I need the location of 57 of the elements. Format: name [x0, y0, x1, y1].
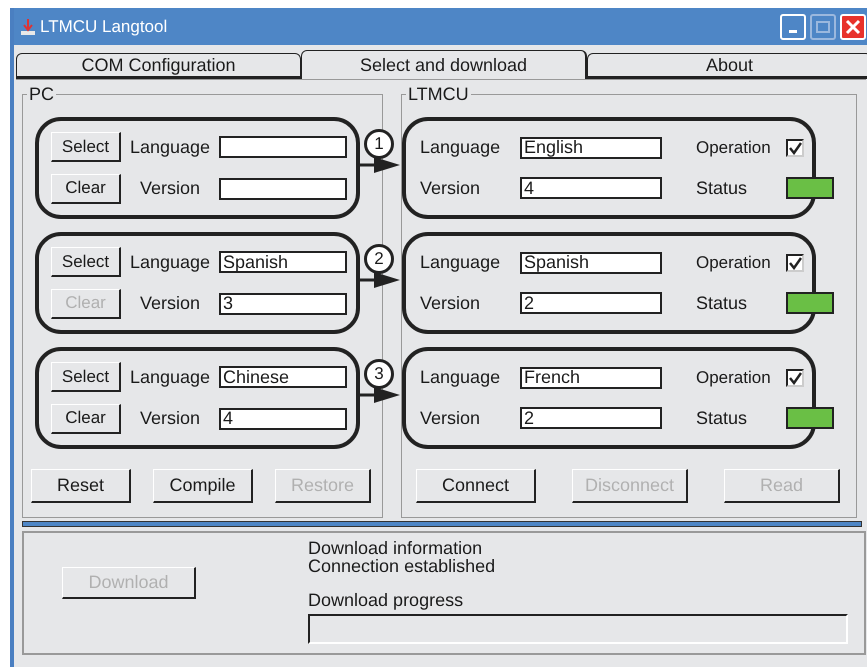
- tab[interactable]: Select and download: [301, 50, 587, 79]
- select-button[interactable]: Select: [51, 247, 121, 278]
- field-label: Operation: [696, 252, 772, 274]
- field-label: Language: [420, 251, 502, 274]
- clear-button[interactable]: Clear: [51, 404, 121, 434]
- field-label: Status: [696, 292, 748, 315]
- version-field[interactable]: 2: [520, 407, 662, 430]
- tab[interactable]: COM Configuration: [16, 53, 301, 79]
- version-field[interactable]: [219, 178, 347, 200]
- field-label: Status: [696, 406, 748, 430]
- minimize-icon: [789, 30, 797, 33]
- step-number: 3: [364, 359, 394, 389]
- field-label: Version: [138, 407, 202, 430]
- field-label: Version: [420, 406, 482, 430]
- checkbox[interactable]: [786, 254, 804, 272]
- close-button[interactable]: [840, 14, 866, 40]
- progress-label: Download progress: [308, 589, 464, 612]
- field-label: Operation: [696, 367, 772, 390]
- field-label: Language: [420, 136, 502, 160]
- clear-button[interactable]: Clear: [51, 174, 121, 204]
- language-field[interactable]: French: [520, 366, 662, 389]
- select-button[interactable]: Select: [51, 132, 121, 162]
- info-text: Connection established: [308, 557, 496, 575]
- field-label: Language: [128, 250, 212, 274]
- info-title: Download information: [308, 539, 484, 557]
- download-icon: [20, 18, 36, 36]
- language-field[interactable]: Spanish: [219, 251, 347, 274]
- field-label: Version: [138, 177, 202, 200]
- field-label: Version: [420, 292, 482, 315]
- field-label: Operation: [696, 137, 772, 160]
- field-label: Language: [420, 366, 502, 390]
- action-button[interactable]: Reset: [31, 469, 131, 503]
- version-field[interactable]: 4: [219, 408, 347, 430]
- field-label: Language: [128, 366, 212, 389]
- close-icon: [845, 18, 861, 34]
- language-field[interactable]: [219, 136, 347, 158]
- version-field[interactable]: 4: [520, 177, 662, 200]
- action-button[interactable]: Compile: [153, 469, 253, 503]
- version-field[interactable]: 3: [219, 292, 347, 315]
- minimize-button[interactable]: [780, 14, 806, 40]
- field-label: Version: [138, 292, 202, 316]
- tab[interactable]: About: [587, 53, 867, 79]
- checkbox[interactable]: [786, 368, 804, 387]
- language-field[interactable]: Spanish: [520, 252, 662, 274]
- step-number: 1: [364, 129, 394, 159]
- select-button[interactable]: Select: [51, 362, 121, 392]
- checkbox[interactable]: [786, 138, 804, 157]
- language-field[interactable]: English: [520, 136, 662, 159]
- action-button[interactable]: Connect: [416, 469, 536, 503]
- field-label: Language: [128, 136, 212, 159]
- step-number: 2: [364, 244, 394, 274]
- maximize-icon: [816, 20, 830, 32]
- field-label: Status: [696, 176, 748, 200]
- field-label: Version: [420, 176, 482, 200]
- language-field[interactable]: Chinese: [219, 366, 347, 388]
- window-title: LTMCU Langtool: [40, 16, 168, 38]
- version-field[interactable]: 2: [520, 292, 662, 314]
